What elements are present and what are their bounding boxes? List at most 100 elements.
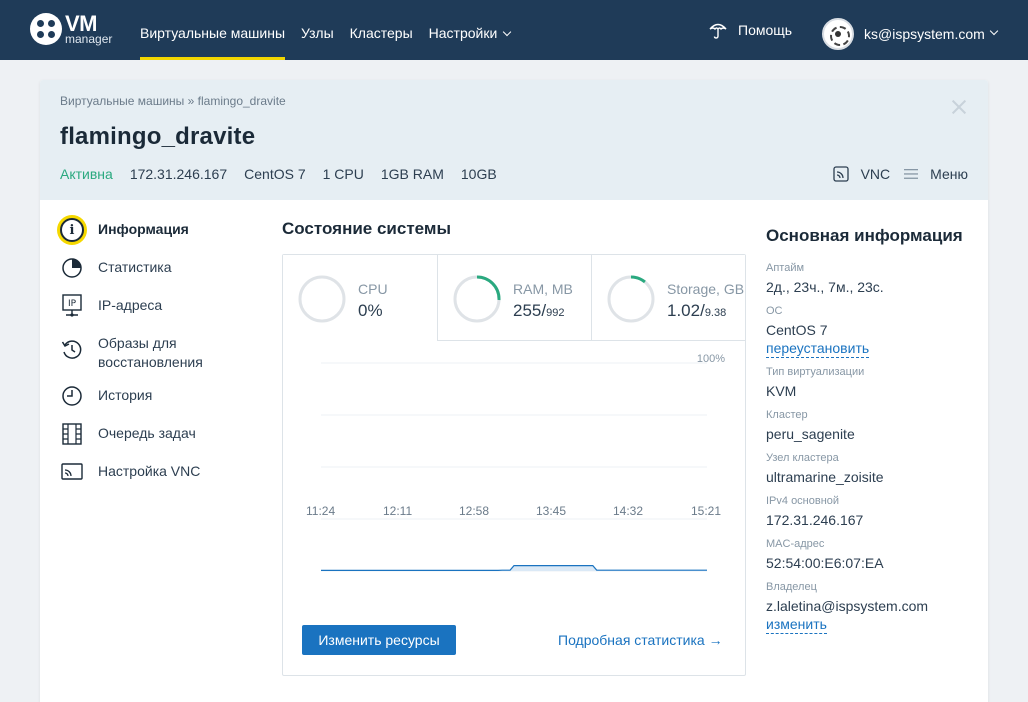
menu-label: Меню	[930, 166, 968, 182]
virt-type-value: KVM	[766, 383, 797, 399]
breadcrumb[interactable]: Виртуальные машины » flamingo_dravite	[60, 94, 286, 108]
node-label: Узел кластера	[766, 452, 839, 464]
menu-button[interactable]: Меню	[904, 166, 968, 182]
help-link[interactable]: Помощь	[708, 0, 792, 60]
node-value: ultramarine_zoisite	[766, 469, 884, 485]
sidebar-item-task-queue[interactable]: Очередь задач	[60, 423, 260, 448]
help-label: Помощь	[738, 21, 793, 38]
sidebar-item-label: Настройка VNC	[98, 463, 201, 479]
sidebar-item-label: Информация	[98, 221, 189, 237]
nav-clusters[interactable]: Кластеры	[350, 0, 413, 60]
sidebar-item-label: Очередь задач	[98, 425, 196, 441]
meter-label: CPU	[358, 281, 388, 297]
virt-type-label: Тип виртуализации	[766, 366, 865, 378]
x-tick-label: 14:32	[613, 504, 644, 518]
vm-ram: 1GB RAM	[380, 166, 444, 182]
vm-disk: 10GB	[460, 166, 497, 182]
cpu-gauge	[298, 275, 346, 323]
umbrella-icon	[709, 23, 727, 39]
meter-cpu[interactable]: CPU 0%	[283, 255, 437, 342]
sidebar-item-vnc-settings[interactable]: Настройка VNC	[60, 462, 260, 486]
queue-icon	[62, 423, 82, 445]
os-label: ОС	[766, 305, 783, 317]
meter-value: 0%	[358, 301, 383, 320]
nav-settings[interactable]: Настройки	[428, 0, 512, 60]
chevron-down-icon	[989, 26, 999, 36]
main-info: Основная информация Аптайм 2д., 23ч., 7м…	[766, 226, 976, 642]
page-title: flamingo_dravite	[60, 123, 256, 150]
mac-value: 52:54:00:E6:07:EA	[766, 555, 884, 571]
header-actions: VNC Меню	[819, 166, 968, 182]
sidebar-item-label: История	[98, 387, 153, 403]
system-state-title: Состояние системы	[282, 219, 451, 238]
chevron-down-icon	[503, 27, 512, 37]
chart-plot	[321, 362, 707, 572]
meter-label: RAM, MB	[513, 281, 573, 297]
top-navbar: VM manager Виртуальные машины Узлы Класт…	[0, 0, 1028, 60]
logo-sub-text: manager	[65, 32, 113, 46]
mac-label: MAC-адрес	[766, 538, 825, 550]
storage-gauge	[607, 275, 655, 323]
system-state-panel: CPU 0% RAM, MB 255/992 Storage, GB 1.02/…	[282, 254, 746, 676]
meter-storage[interactable]: Storage, GB 1.02/9.38	[591, 255, 745, 341]
vnc-label: VNC	[860, 166, 891, 182]
vnc-icon	[61, 463, 83, 480]
sidebar-item-ip[interactable]: IP IP-адреса	[60, 294, 260, 320]
sidebar-item-history[interactable]: История	[60, 386, 260, 410]
user-email: ks@ispsystem.com	[864, 26, 985, 42]
close-icon[interactable]	[950, 98, 968, 116]
detailed-stats-link[interactable]: Подробная статистика →	[558, 632, 723, 648]
vm-manager-logo[interactable]: VM manager	[30, 12, 120, 48]
ip-icon: IP	[62, 294, 82, 317]
main-info-title: Основная информация	[766, 226, 963, 245]
hamburger-icon	[904, 169, 919, 179]
nav-virtual-machines[interactable]: Виртуальные машины	[140, 0, 286, 60]
sidebar-item-label: Статистика	[98, 259, 172, 275]
reinstall-link[interactable]: переустановить	[766, 340, 870, 358]
restore-icon	[61, 340, 82, 359]
sidebar-item-label: IP-адреса	[98, 297, 163, 313]
cpu-chart	[283, 345, 745, 595]
owner-value: z.laletina@ispsystem.com	[766, 598, 929, 614]
sidebar-item-statistics[interactable]: Статистика	[60, 258, 260, 282]
main-nav: Виртуальные машины Узлы Кластеры Настрой…	[140, 0, 526, 60]
meter-value: 255/992	[513, 301, 565, 320]
clock-icon	[62, 386, 82, 406]
resize-button[interactable]: Изменить ресурсы	[302, 625, 456, 655]
ipv4-label: IPv4 основной	[766, 495, 840, 507]
owner-label: Владелец	[766, 581, 817, 593]
status-badge: Активна	[60, 166, 113, 182]
logo-icon	[30, 13, 62, 45]
vm-cpu: 1 CPU	[322, 166, 364, 182]
x-tick-label: 12:58	[459, 504, 490, 518]
avatar	[822, 18, 854, 50]
x-tick-label: 13:45	[536, 504, 567, 518]
vm-card: Виртуальные машины » flamingo_dravite fl…	[40, 80, 988, 702]
meter-ram[interactable]: RAM, MB 255/992	[437, 255, 591, 341]
uptime-label: Аптайм	[766, 262, 805, 274]
sidebar-item-restore-images[interactable]: Образы для восстановления	[60, 334, 260, 372]
ipv4-value: 172.31.246.167	[766, 512, 864, 528]
change-owner-link[interactable]: изменить	[766, 616, 827, 634]
vm-header: Виртуальные машины » flamingo_dravite fl…	[40, 80, 988, 200]
x-tick-label: 11:24	[306, 504, 336, 518]
vm-ip: 172.31.246.167	[129, 166, 228, 182]
pie-chart-icon	[62, 258, 82, 278]
uptime-value: 2д., 23ч., 7м., 23с.	[766, 279, 884, 295]
vnc-button[interactable]: VNC	[832, 166, 891, 182]
x-tick-label: 15:21	[691, 504, 722, 518]
sidebar-item-info[interactable]: i Информация	[60, 218, 260, 244]
svg-text:IP: IP	[68, 299, 77, 309]
sidebar-item-label: Образы для восстановления	[98, 335, 203, 370]
vm-summary: Активна 172.31.246.167 CentOS 7 1 CPU 1G…	[60, 166, 514, 182]
nav-settings-label: Настройки	[428, 25, 498, 41]
os-value: CentOS 7	[766, 322, 828, 338]
nav-nodes[interactable]: Узлы	[301, 0, 334, 60]
meter-label: Storage, GB	[667, 281, 745, 297]
chart-y-max-label: 100%	[696, 353, 725, 365]
sidebar: i Информация Статистика IP IP-адреса Обр…	[60, 218, 260, 500]
vm-os: CentOS 7	[244, 166, 306, 182]
user-menu[interactable]: ks@ispsystem.com	[822, 18, 999, 50]
cluster-value: peru_sagenite	[766, 426, 855, 442]
info-icon: i	[60, 218, 84, 242]
